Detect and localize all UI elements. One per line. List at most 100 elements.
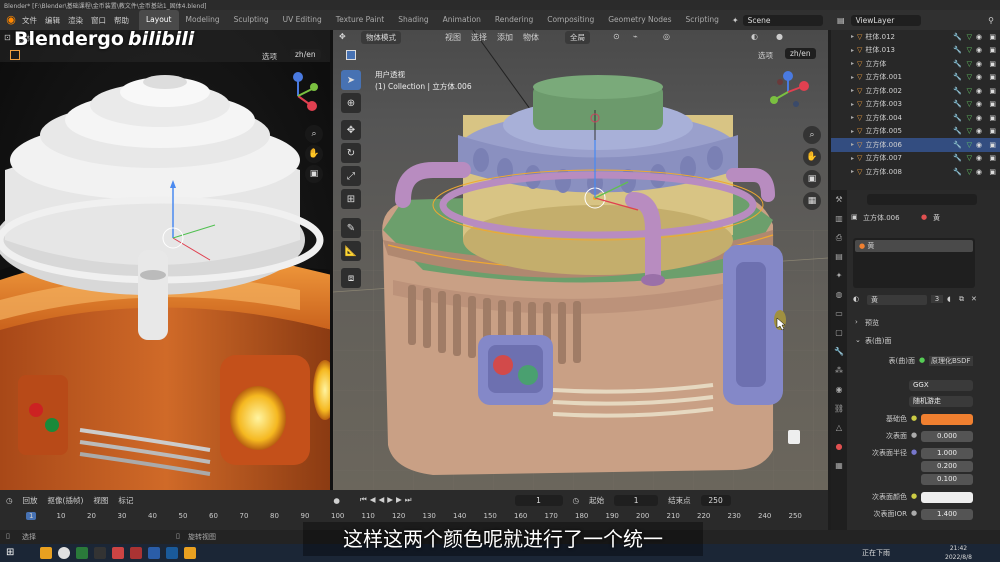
scene-icon[interactable]: ✦ (732, 16, 739, 25)
tab-uv-editing[interactable]: UV Editing (276, 10, 329, 30)
expand-arrow-icon[interactable]: ▸ (851, 101, 854, 108)
app-icon-7[interactable] (148, 547, 160, 559)
fake-user-icon[interactable]: ◖ (947, 295, 951, 303)
app-icon-ai[interactable] (130, 547, 142, 559)
add-cube-tool-icon[interactable]: ⧈ (341, 268, 361, 288)
tab-geometry-nodes[interactable]: Geometry Nodes (601, 10, 678, 30)
menu-file[interactable]: 文件 (22, 15, 37, 26)
output-tab-icon[interactable]: ⎙ (831, 228, 847, 247)
chrome-icon[interactable] (58, 547, 70, 559)
tab-shading[interactable]: Shading (391, 10, 435, 30)
windows-start-icon[interactable]: ⊞ (6, 547, 14, 558)
modifier-icon[interactable]: 🔧 (953, 114, 962, 122)
expand-arrow-icon[interactable]: ▸ (851, 87, 854, 94)
material-tab-icon[interactable]: ● (831, 437, 847, 456)
visibility-icon[interactable]: ◉ (976, 100, 982, 108)
clock[interactable]: 21:42 2022/8/8 (945, 544, 972, 562)
transform-orientation[interactable]: 全局 (565, 31, 590, 44)
annotate-tool-icon[interactable]: ✎ (341, 218, 361, 238)
render-visibility-icon[interactable]: ▣ (989, 168, 996, 176)
sss-method-dropdown[interactable]: 随机游走 (909, 396, 973, 407)
overlay-icon[interactable]: ◐ (751, 32, 758, 41)
tab-compositing[interactable]: Compositing (540, 10, 601, 30)
ior-value[interactable]: 1.400 (921, 509, 973, 520)
expand-arrow-icon[interactable]: ▸ (851, 33, 854, 40)
left-options[interactable]: 选项 (262, 51, 277, 62)
tab-rendering[interactable]: Rendering (488, 10, 540, 30)
move-tool-icon[interactable]: ✥ (341, 120, 361, 140)
unlink-icon[interactable]: ✕ (971, 295, 977, 303)
rendered-viewport[interactable]: ⊡ 物体 选项 zh/en Blendergo bilibili ⌕ ✋ ▣ (0, 30, 332, 490)
modifier-icon[interactable]: 🔧 (953, 127, 962, 135)
menu-keying[interactable]: 抠像(插帧) (48, 495, 84, 506)
menu-add[interactable]: 添加 (497, 32, 513, 43)
modifier-icon[interactable]: 🔧 (953, 87, 962, 95)
select-box-icon[interactable] (10, 50, 20, 60)
render-visibility-icon[interactable]: ▣ (989, 154, 996, 162)
modifier-icon[interactable]: 🔧 (953, 33, 962, 41)
constraints-tab-icon[interactable]: ⛓ (831, 399, 847, 418)
outliner-item[interactable]: ▸ ▽ 柱体.012 🔧 ▽ ◉ ▣ (831, 30, 1000, 44)
radius-x[interactable]: 1.000 (921, 448, 973, 459)
data-tab-icon[interactable]: △ (831, 418, 847, 437)
pan-view-icon[interactable]: ✋ (803, 148, 821, 166)
render-visibility-icon[interactable]: ▣ (989, 127, 996, 135)
cursor-tool-icon[interactable]: ⊕ (341, 93, 361, 113)
pivot-icon[interactable]: ⊙ (613, 32, 620, 41)
collection-tab-icon[interactable]: ▭ (831, 304, 847, 323)
visibility-icon[interactable]: ◉ (976, 127, 982, 135)
expand-arrow-icon[interactable]: ▸ (851, 155, 854, 162)
menu-edit[interactable]: 编辑 (45, 15, 60, 26)
clock-icon[interactable]: ◷ (573, 496, 580, 505)
outliner-item[interactable]: ▸ ▽ 立方体.003 🔧 ▽ ◉ ▣ (831, 98, 1000, 112)
material-slot[interactable]: ● 黄 (855, 240, 973, 252)
render-visibility-icon[interactable]: ▣ (989, 141, 996, 149)
menu-playback[interactable]: 回放 (23, 495, 38, 506)
render-visibility-icon[interactable]: ▣ (989, 60, 996, 68)
blender-logo-icon[interactable]: ◉ (4, 13, 18, 27)
visibility-icon[interactable]: ◉ (976, 154, 982, 162)
app-icon-pl[interactable] (76, 547, 88, 559)
texture-tab-icon[interactable]: ▦ (831, 456, 847, 475)
outliner-item[interactable]: ▸ ▽ 立方体 🔧 ▽ ◉ ▣ (831, 57, 1000, 71)
pan-hand-icon[interactable]: ✋ (305, 145, 323, 163)
render-visibility-icon[interactable]: ▣ (989, 73, 996, 81)
radius-z[interactable]: 0.100 (921, 474, 973, 485)
playback-controls[interactable]: ⏮◀◀▶▶⏭ (360, 495, 415, 505)
menu-object[interactable]: 物体 (523, 32, 539, 43)
ss-color-swatch[interactable] (921, 492, 973, 503)
mode-dropdown[interactable]: 物体模式 (361, 31, 401, 44)
render-visibility-icon[interactable]: ▣ (989, 100, 996, 108)
menu-render[interactable]: 渲染 (68, 15, 83, 26)
snap-icon[interactable]: ⌁ (633, 32, 638, 41)
modifier-icon[interactable]: 🔧 (953, 60, 962, 68)
menu-select[interactable]: 选择 (471, 32, 487, 43)
subsurface-value[interactable]: 0.000 (921, 431, 973, 442)
scale-tool-icon[interactable]: ⤢ (341, 166, 361, 186)
modifier-icon[interactable]: 🔧 (953, 100, 962, 108)
select-mode-icon[interactable] (346, 50, 356, 60)
menu-marker[interactable]: 标记 (118, 495, 133, 506)
tool-tab-icon[interactable]: ⚒ (831, 190, 847, 209)
tab-sculpting[interactable]: Sculpting (227, 10, 276, 30)
app-icon-4[interactable] (94, 547, 106, 559)
object-tab-icon[interactable]: ▢ (831, 323, 847, 342)
proportional-edit-icon[interactable]: ◎ (663, 32, 670, 41)
material-name-field[interactable]: 黄 (867, 295, 927, 305)
outliner-item[interactable]: ▸ ▽ 立方体.007 🔧 ▽ ◉ ▣ (831, 152, 1000, 166)
editor-type-icon[interactable]: ✥ (339, 32, 346, 41)
modifier-icon[interactable]: 🔧 (953, 73, 962, 81)
camera-icon[interactable]: ▣ (305, 165, 323, 183)
timeline-editor-icon[interactable]: ◷ (6, 496, 13, 505)
visibility-icon[interactable]: ◉ (976, 33, 982, 41)
outliner-item[interactable]: ▸ ▽ 立方体.006 🔧 ▽ ◉ ▣ (831, 138, 1000, 152)
zoom-view-icon[interactable]: ⌕ (803, 126, 821, 144)
outliner-filter-icon[interactable]: ⚲ (988, 16, 994, 25)
record-icon[interactable]: ● (333, 496, 340, 505)
physics-tab-icon[interactable]: ◉ (831, 380, 847, 399)
socket-icon[interactable]: ● (911, 448, 917, 456)
menu-window[interactable]: 窗口 (91, 15, 106, 26)
render-visibility-icon[interactable]: ▣ (989, 114, 996, 122)
distribution-dropdown[interactable]: GGX (909, 380, 973, 391)
current-frame[interactable]: 1 (514, 494, 563, 506)
